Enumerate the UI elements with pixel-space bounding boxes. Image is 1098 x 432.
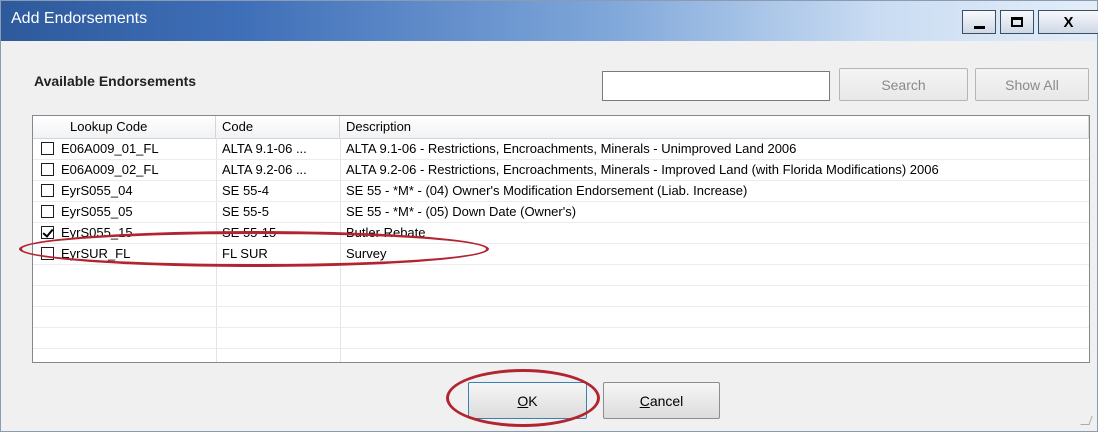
description-cell: ALTA 9.1-06 - Restrictions, Encroachment…: [346, 141, 797, 156]
lookup-code-text: E06A009_02_FL: [61, 162, 159, 177]
empty-row: [33, 264, 1089, 286]
row-checkbox[interactable]: [41, 142, 54, 155]
maximize-button[interactable]: [1000, 10, 1034, 34]
maximize-icon: [1011, 17, 1023, 27]
empty-row: [33, 306, 1089, 328]
add-endorsements-dialog: Add Endorsements X Available Endorsement…: [0, 0, 1098, 432]
table-row[interactable]: E06A009_02_FL ALTA 9.2-06 ... ALTA 9.2-06 …: [33, 159, 1089, 181]
window-title: Add Endorsements: [11, 10, 148, 27]
table-row[interactable]: E06A009_01_FL ALTA 9.1-06 ... ALTA 9.1-06 …: [33, 138, 1089, 160]
description-cell: SE 55 - *M* - (05) Down Date (Owner's): [346, 204, 577, 219]
code-cell: SE 55-4: [222, 183, 269, 198]
row-checkbox[interactable]: [41, 226, 54, 239]
resize-grip-icon[interactable]: [1080, 416, 1093, 425]
search-input[interactable]: [602, 71, 830, 101]
show-all-button[interactable]: Show All: [975, 68, 1089, 101]
code-cell: ALTA 9.1-06 ...: [222, 141, 307, 156]
cancel-label-rest: ancel: [649, 392, 684, 409]
row-checkbox[interactable]: [41, 205, 54, 218]
lookup-code-text: EyrS055_04: [61, 183, 133, 198]
description-cell: SE 55 - *M* - (04) Owner's Modification …: [346, 183, 748, 198]
checkmark-icon: [42, 226, 54, 238]
search-button[interactable]: Search: [839, 68, 968, 101]
row-checkbox[interactable]: [41, 163, 54, 176]
close-icon: X: [1063, 13, 1074, 31]
code-cell: SE 55-5: [222, 204, 269, 219]
column-header-code[interactable]: Code: [216, 116, 340, 138]
column-header-lookup-code[interactable]: Lookup Code: [33, 116, 216, 138]
column-header-description[interactable]: Description: [340, 116, 1089, 138]
empty-row: [33, 327, 1089, 349]
empty-row: [33, 285, 1089, 307]
minimize-button[interactable]: [962, 10, 996, 34]
lookup-code-cell: EyrS055_04: [33, 180, 216, 201]
lookup-code-cell: EyrS055_05: [33, 201, 216, 222]
grid-header: Lookup Code Code Description: [33, 116, 1089, 139]
lookup-code-cell: E06A009_02_FL: [33, 159, 216, 180]
lookup-code-text: EyrS055_05: [61, 204, 133, 219]
table-row[interactable]: EyrS055_04 SE 55-4 SE 55 - *M* - (04) Owne…: [33, 180, 1089, 202]
available-endorsements-label: Available Endorsements: [34, 73, 197, 89]
cancel-button[interactable]: Cancel: [603, 382, 720, 419]
lookup-code-cell: E06A009_01_FL: [33, 138, 216, 159]
cancel-mnemonic: C: [639, 392, 650, 409]
minimize-icon: [973, 25, 985, 29]
description-cell: ALTA 9.2-06 - Restrictions, Encroachment…: [346, 162, 939, 177]
row-checkbox[interactable]: [41, 184, 54, 197]
close-button[interactable]: X: [1038, 10, 1098, 34]
title-bar[interactable]: Add Endorsements X: [1, 1, 1098, 41]
highlight-ellipse-selected-row: [19, 231, 489, 267]
table-row[interactable]: EyrS055_05 SE 55-5 SE 55 - *M* - (05) Down…: [33, 201, 1089, 223]
code-cell: ALTA 9.2-06 ...: [222, 162, 307, 177]
lookup-code-text: E06A009_01_FL: [61, 141, 159, 156]
highlight-ellipse-ok-button: [446, 369, 600, 427]
